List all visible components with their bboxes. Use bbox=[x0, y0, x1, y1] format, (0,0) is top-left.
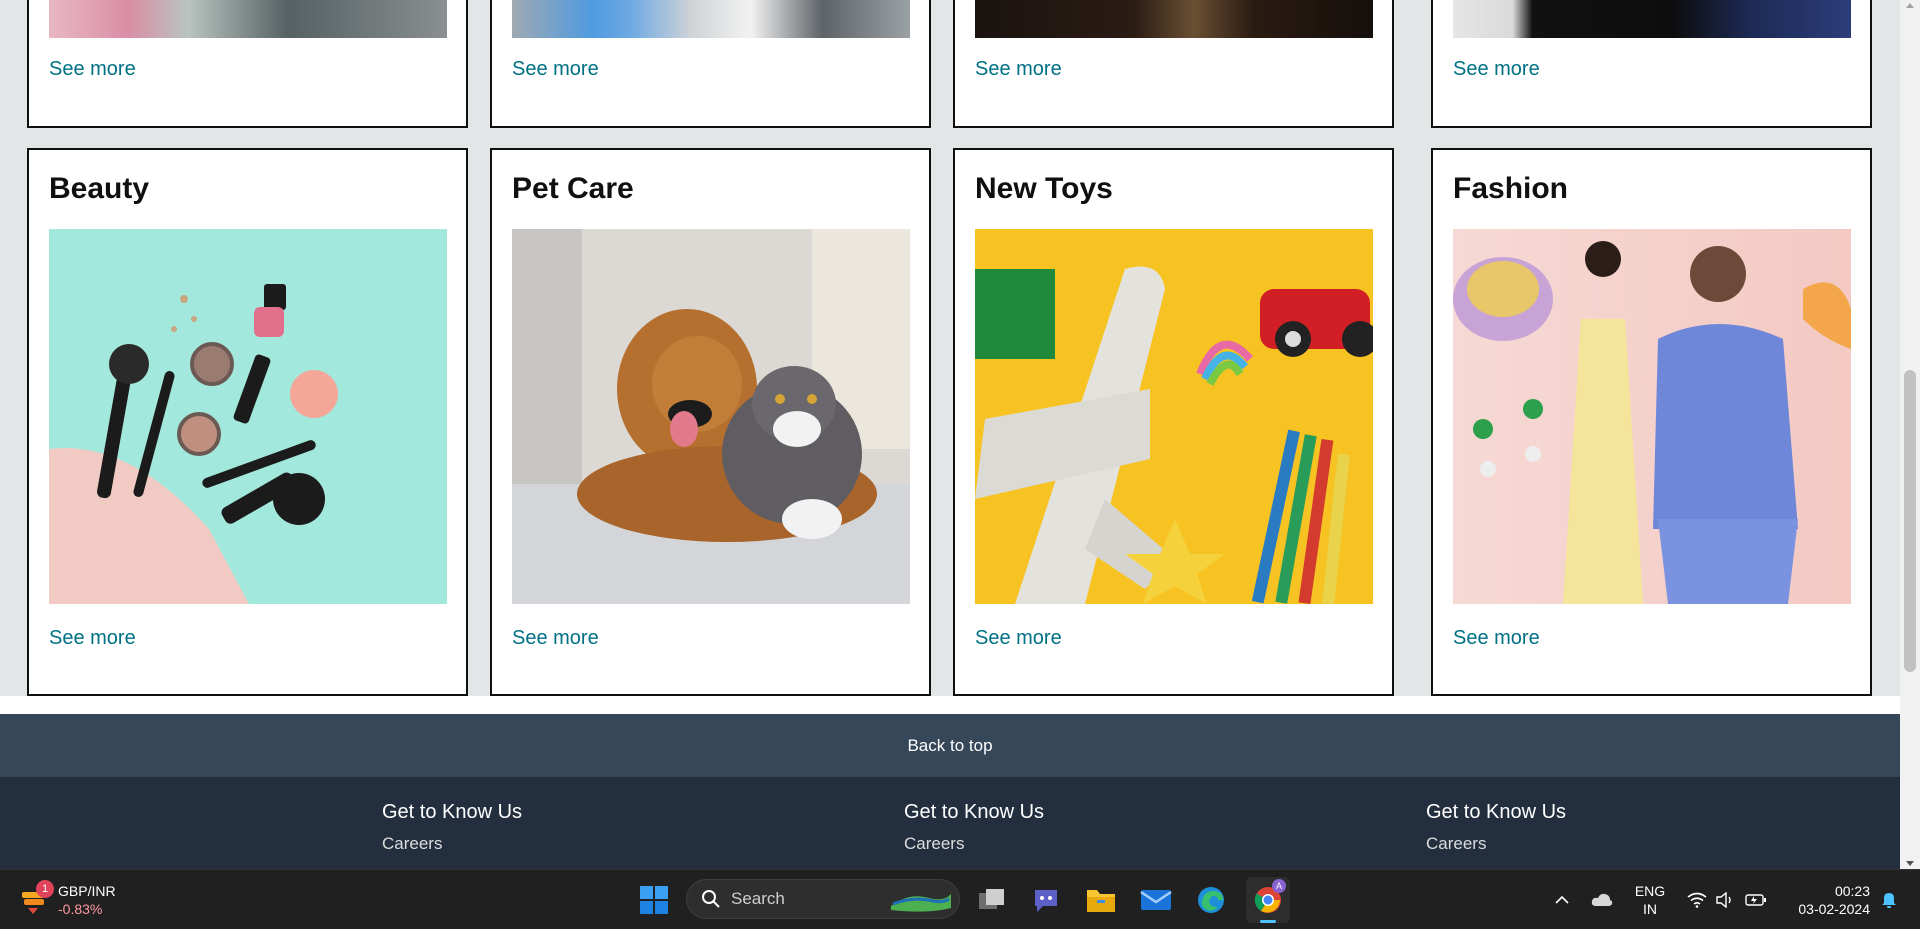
task-view-icon[interactable] bbox=[973, 881, 1011, 919]
see-more-link[interactable]: See more bbox=[975, 627, 1062, 650]
chrome-browser-icon[interactable]: A bbox=[1246, 877, 1290, 923]
language-indicator[interactable]: ENG IN bbox=[1628, 882, 1672, 918]
footer-column: Get to Know Us Careers bbox=[382, 801, 522, 854]
clock-time: 00:23 bbox=[1834, 883, 1870, 899]
see-more-link[interactable]: See more bbox=[49, 627, 136, 650]
category-card-pet-care: Pet Care See more bbox=[490, 148, 931, 696]
search-icon bbox=[702, 890, 720, 908]
active-indicator bbox=[1260, 920, 1276, 923]
windows-logo-icon bbox=[640, 886, 668, 914]
category-image[interactable] bbox=[1453, 0, 1851, 38]
page-bottom-gap bbox=[0, 696, 1900, 714]
category-card-fashion: Fashion See more bbox=[1431, 148, 1872, 696]
footer-column: Get to Know Us Careers bbox=[1426, 801, 1566, 854]
fashion-image[interactable] bbox=[1453, 229, 1851, 604]
battery-icon[interactable] bbox=[1742, 887, 1770, 913]
back-to-top-button[interactable]: Back to top bbox=[0, 714, 1900, 777]
card-title: Fashion bbox=[1453, 172, 1569, 205]
footer-column: Get to Know Us Careers bbox=[904, 801, 1044, 854]
onedrive-cloud-icon[interactable] bbox=[1588, 887, 1616, 913]
language-code: ENG bbox=[1634, 883, 1666, 899]
category-card: See more bbox=[27, 0, 468, 128]
edge-browser-icon[interactable] bbox=[1192, 881, 1230, 919]
taskbar-search[interactable]: Search bbox=[686, 879, 960, 919]
new-toys-image[interactable] bbox=[975, 229, 1373, 604]
category-card: See more bbox=[953, 0, 1394, 128]
toys-illustration bbox=[975, 229, 1373, 604]
scroll-down-arrow-icon[interactable] bbox=[1906, 861, 1914, 866]
see-more-link[interactable]: See more bbox=[975, 58, 1062, 81]
widget-title: GBP/INR bbox=[58, 883, 116, 899]
footer-heading: Get to Know Us bbox=[382, 801, 523, 823]
category-image[interactable] bbox=[49, 0, 447, 38]
search-highlight-icon bbox=[891, 894, 951, 912]
see-more-link[interactable]: See more bbox=[49, 58, 136, 81]
beauty-illustration bbox=[49, 229, 447, 604]
mail-icon[interactable] bbox=[1137, 881, 1175, 919]
page-scrollbar[interactable] bbox=[1900, 0, 1920, 869]
category-card-new-toys: New Toys See more bbox=[953, 148, 1394, 696]
notification-badge: 1 bbox=[36, 880, 54, 898]
teams-chat-icon[interactable] bbox=[1027, 881, 1065, 919]
currency-widget[interactable]: 1 GBP/INR -0.83% bbox=[20, 878, 130, 922]
card-title: New Toys bbox=[975, 172, 1113, 205]
start-button[interactable] bbox=[635, 881, 673, 919]
search-label: Search bbox=[731, 889, 785, 908]
footer-heading: Get to Know Us bbox=[904, 801, 1045, 823]
category-card: See more bbox=[1431, 0, 1872, 128]
region-code: IN bbox=[1643, 901, 1657, 917]
fashion-illustration bbox=[1453, 229, 1851, 604]
footer-link-careers[interactable]: Careers bbox=[904, 834, 1044, 854]
scroll-up-arrow-icon[interactable] bbox=[1906, 3, 1914, 8]
footer-link-careers[interactable]: Careers bbox=[1426, 834, 1566, 854]
footer-link-careers[interactable]: Careers bbox=[382, 834, 522, 854]
file-explorer-icon[interactable] bbox=[1082, 881, 1120, 919]
widget-change: -0.83% bbox=[58, 901, 103, 917]
chevron-up-icon[interactable] bbox=[1550, 887, 1574, 913]
pet-care-image[interactable] bbox=[512, 229, 910, 604]
clock-date: 03-02-2024 bbox=[1798, 901, 1870, 917]
see-more-link[interactable]: See more bbox=[1453, 627, 1540, 650]
taskbar: 1 GBP/INR -0.83% Search A ENG IN 00:23 0… bbox=[0, 869, 1920, 929]
profile-badge-icon: A bbox=[1272, 879, 1286, 893]
scrollbar-thumb[interactable] bbox=[1904, 370, 1916, 672]
wifi-icon[interactable] bbox=[1684, 887, 1710, 913]
footer: Get to Know Us Careers Get to Know Us Ca… bbox=[0, 777, 1900, 869]
notification-bell-icon[interactable] bbox=[1876, 887, 1902, 913]
beauty-image[interactable] bbox=[49, 229, 447, 604]
see-more-link[interactable]: See more bbox=[512, 627, 599, 650]
category-card: See more bbox=[490, 0, 931, 128]
currency-icon: 1 bbox=[20, 880, 54, 916]
see-more-link[interactable]: See more bbox=[1453, 58, 1540, 81]
clock[interactable]: 00:23 03-02-2024 bbox=[1782, 882, 1870, 918]
category-image[interactable] bbox=[975, 0, 1373, 38]
volume-icon[interactable] bbox=[1712, 887, 1738, 913]
page-viewport: See more See more See more See more Beau… bbox=[0, 0, 1900, 869]
pet-illustration bbox=[512, 229, 910, 604]
card-title: Pet Care bbox=[512, 172, 634, 205]
see-more-link[interactable]: See more bbox=[512, 58, 599, 81]
category-image[interactable] bbox=[512, 0, 910, 38]
category-card-beauty: Beauty See more bbox=[27, 148, 468, 696]
footer-heading: Get to Know Us bbox=[1426, 801, 1567, 823]
card-title: Beauty bbox=[49, 172, 150, 205]
